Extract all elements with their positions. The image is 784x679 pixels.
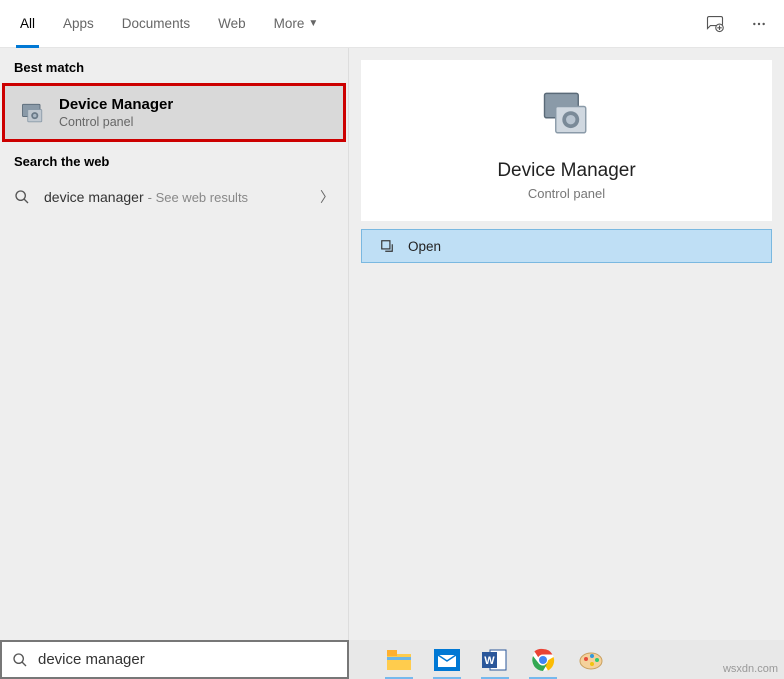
chevron-down-icon: ▼	[308, 18, 318, 29]
open-button[interactable]: Open	[361, 229, 772, 263]
chrome-icon[interactable]	[525, 645, 561, 675]
preview-subtitle: Control panel	[371, 186, 762, 201]
watermark: wsxdn.com	[723, 663, 778, 675]
filter-tabs: All Apps Documents Web More ▼	[0, 0, 784, 48]
preview-title: Device Manager	[371, 160, 762, 182]
preview-card: Device Manager Control panel	[361, 60, 772, 221]
chevron-right-icon: 〉	[320, 187, 334, 207]
feedback-icon[interactable]	[700, 9, 730, 39]
tab-apps[interactable]: Apps	[49, 0, 108, 48]
tab-more-label: More	[274, 16, 305, 31]
results-panel: Best match Device Manager Control panel …	[0, 48, 349, 640]
tab-all[interactable]: All	[6, 0, 49, 48]
more-options-icon[interactable]	[744, 9, 774, 39]
tab-more[interactable]: More ▼	[260, 0, 333, 48]
search-input[interactable]	[38, 651, 337, 668]
svg-text:W: W	[484, 655, 495, 667]
taskbar: W	[0, 640, 784, 679]
tab-web[interactable]: Web	[204, 0, 260, 48]
best-match-text: Device Manager Control panel	[59, 96, 173, 129]
open-label: Open	[408, 239, 441, 254]
search-web-header: Search the web	[0, 142, 348, 177]
open-icon	[380, 239, 394, 253]
taskbar-search[interactable]	[0, 640, 349, 679]
tab-documents[interactable]: Documents	[108, 0, 204, 48]
word-icon[interactable]: W	[477, 645, 513, 675]
best-match-header: Best match	[0, 48, 348, 83]
best-match-subtitle: Control panel	[59, 115, 173, 129]
main-area: Best match Device Manager Control panel …	[0, 48, 784, 640]
device-manager-icon	[19, 99, 47, 127]
mail-icon[interactable]	[429, 645, 465, 675]
preview-device-manager-icon	[537, 84, 597, 144]
best-match-result[interactable]: Device Manager Control panel	[2, 83, 346, 142]
preview-panel: Device Manager Control panel Open	[349, 48, 784, 640]
paint-icon[interactable]	[573, 645, 609, 675]
web-search-result[interactable]: device manager - See web results 〉	[0, 177, 348, 217]
best-match-title: Device Manager	[59, 96, 173, 113]
taskbar-apps: W	[349, 640, 609, 679]
web-query-text: device manager	[44, 189, 144, 205]
search-icon	[14, 189, 38, 205]
search-icon	[12, 652, 28, 668]
web-hint-text: - See web results	[148, 190, 248, 205]
file-explorer-icon[interactable]	[381, 645, 417, 675]
